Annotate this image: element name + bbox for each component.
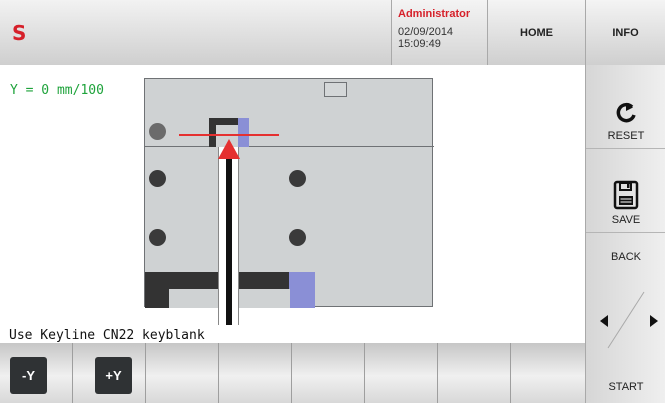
clamp-diagram (144, 78, 434, 325)
back-label: BACK (611, 251, 641, 263)
instruction-text: Use Keyline CN22 keyblank (9, 328, 205, 343)
toolbar-slot-empty (146, 343, 219, 403)
clamp-jaw-highlight (289, 272, 315, 308)
clamp-screw (149, 123, 166, 140)
brand-logo: S (12, 20, 27, 45)
y-reference-line (179, 134, 279, 136)
clamp-screw (149, 170, 166, 187)
date-text: 02/09/2014 (398, 26, 454, 38)
arrow-right-icon[interactable] (650, 315, 658, 327)
clamp-screw (289, 229, 306, 246)
logo-area: S (0, 0, 392, 65)
user-name: Administrator (398, 8, 471, 20)
toolbar-slot-empty (511, 343, 585, 403)
arrow-buttons (586, 290, 665, 350)
top-bar: S Administrator 02/09/2014 15:09:49 HOME… (0, 0, 665, 65)
toolbar-slot: +Y (73, 343, 146, 403)
save-button[interactable]: SAVE (586, 149, 665, 233)
reset-label: RESET (607, 130, 645, 142)
clamp-screw (149, 229, 166, 246)
reset-button[interactable]: RESET (586, 65, 665, 149)
y-position-readout: Y = 0 mm/100 (10, 83, 104, 98)
clamp-divider-line (145, 146, 434, 147)
back-button[interactable]: BACK (586, 233, 665, 283)
home-button[interactable]: HOME (488, 0, 586, 65)
start-label: START (608, 381, 644, 393)
save-icon (613, 180, 639, 210)
toolbar-slot-empty (292, 343, 365, 403)
minus-y-button[interactable]: -Y (10, 357, 47, 394)
datetime: 02/09/2014 15:09:49 (398, 26, 487, 50)
toolbar-slot-empty (219, 343, 292, 403)
toolbar-slot-empty (365, 343, 438, 403)
plus-y-button[interactable]: +Y (95, 357, 132, 394)
clamp-screw (289, 170, 306, 187)
key-blade (226, 147, 232, 325)
toolbar-slot-empty (438, 343, 511, 403)
clamp-notch (324, 82, 347, 97)
reset-icon (616, 102, 636, 123)
time-text: 15:09:49 (398, 38, 441, 50)
arrow-left-icon[interactable] (600, 315, 608, 327)
user-info: Administrator 02/09/2014 15:09:49 (392, 0, 488, 65)
position-arrow-icon (218, 139, 240, 159)
toolbar-slot: -Y (0, 343, 73, 403)
right-panel: RESET SAVE BACK START (585, 65, 665, 403)
info-button[interactable]: INFO (586, 0, 665, 65)
save-label: SAVE (611, 214, 641, 226)
start-button[interactable]: START (586, 365, 665, 403)
bottom-toolbar: -Y +Y (0, 343, 585, 403)
